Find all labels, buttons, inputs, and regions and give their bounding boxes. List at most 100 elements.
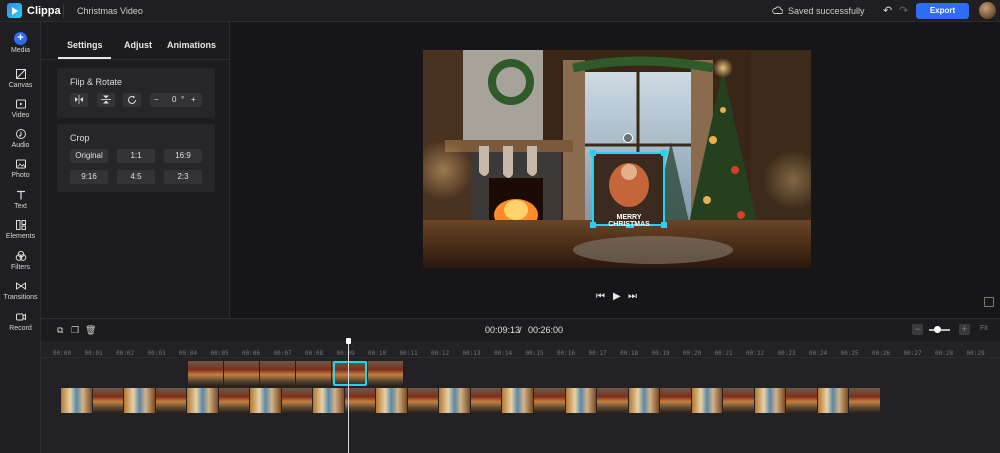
ruler-tick: 00:07 xyxy=(273,350,292,357)
overlay-caption: MERRY CHRISTMAS xyxy=(608,214,650,228)
project-title[interactable]: Christmas Video xyxy=(77,6,143,16)
tab-animations[interactable]: Animations xyxy=(167,40,216,50)
tab-adjust[interactable]: Adjust xyxy=(124,40,152,50)
ruler-tick: 00:01 xyxy=(84,350,103,357)
play-icon[interactable]: ▶ xyxy=(613,291,621,302)
ruler-tick: 00:04 xyxy=(179,350,198,357)
ruler-tick: 00:02 xyxy=(116,350,135,357)
decrement-icon[interactable]: − xyxy=(154,93,159,107)
rail-item-audio[interactable]: Audio xyxy=(0,128,41,156)
duplicate-icon[interactable]: ❐ xyxy=(71,325,81,335)
rail-item-transitions[interactable]: Transitions xyxy=(0,280,41,308)
rail-item-video[interactable]: Video xyxy=(0,98,41,126)
redo-icon[interactable]: ↷ xyxy=(899,4,910,17)
ruler-tick: 00:18 xyxy=(620,350,639,357)
record-icon xyxy=(15,313,26,321)
ruler-tick: 00:06 xyxy=(242,350,261,357)
resize-handle[interactable] xyxy=(590,150,596,156)
export-button[interactable]: Export xyxy=(916,3,969,19)
clip-thumbnail xyxy=(817,388,849,413)
ruler-tick: 00:09 xyxy=(336,350,355,357)
clip-thumbnail xyxy=(218,388,250,413)
rail-item-label: Video xyxy=(11,112,30,119)
rail-item-label: Filters xyxy=(10,264,31,271)
rail-item-record[interactable]: Record xyxy=(0,311,41,339)
split-icon[interactable]: ⧉ xyxy=(57,325,67,335)
clip-thumbnail xyxy=(597,388,628,413)
clip-thumbnail xyxy=(502,388,533,413)
undo-icon[interactable]: ↶ xyxy=(883,4,894,17)
zoom-out-icon[interactable]: − xyxy=(912,324,923,335)
ruler-tick: 00:25 xyxy=(840,350,859,357)
clip-thumbnail xyxy=(224,361,259,386)
rotation-stepper[interactable]: − 0 ° + xyxy=(150,93,202,107)
save-status: Saved successfully xyxy=(788,6,865,16)
ruler-tick: 00:24 xyxy=(809,350,828,357)
fullscreen-icon[interactable] xyxy=(984,297,994,307)
skip-forward-icon[interactable]: ⏭ xyxy=(628,291,637,302)
main-video-track[interactable] xyxy=(61,388,880,413)
app-name: Clippa xyxy=(27,5,61,17)
flip-vertical-button[interactable] xyxy=(97,93,115,107)
clip-thumbnail xyxy=(260,361,295,386)
rail-item-photo[interactable]: Photo xyxy=(0,158,41,186)
flip-rotate-card: Flip & Rotate − 0 ° + xyxy=(57,68,215,118)
avatar[interactable] xyxy=(979,2,996,19)
rail-item-text[interactable]: Text xyxy=(0,189,41,217)
rail-item-label: Text xyxy=(14,203,27,210)
rail-item-canvas[interactable]: Canvas xyxy=(0,68,41,96)
audio-icon xyxy=(15,129,26,139)
ruler-tick: 00:14 xyxy=(494,350,513,357)
playhead-handle[interactable] xyxy=(346,338,351,344)
ruler-tick: 00:20 xyxy=(683,350,702,357)
rail-item-media[interactable]: + Media xyxy=(0,32,41,60)
clip-thumbnail xyxy=(723,388,754,413)
clip-thumbnail xyxy=(628,388,660,413)
skip-back-icon[interactable]: ⏮ xyxy=(596,291,605,302)
clip-thumbnail xyxy=(439,388,470,413)
flip-horizontal-icon xyxy=(75,95,83,104)
crop-2-3-button[interactable]: 2:3 xyxy=(164,170,202,184)
rail-item-filters[interactable]: Filters xyxy=(0,250,41,278)
ruler-tick: 00:05 xyxy=(210,350,229,357)
clip-thumbnail xyxy=(281,388,313,413)
fit-button[interactable]: Fit xyxy=(980,325,988,332)
selected-clip[interactable] xyxy=(333,361,367,386)
timeline-toolbar: ⧉ ❐ 🗑 00:09:13 / 00:26:00 − + Fit xyxy=(41,319,1000,341)
rail-item-label: Canvas xyxy=(8,82,33,89)
cloud-icon xyxy=(772,6,783,14)
ruler-tick: 00:00 xyxy=(53,350,72,357)
playhead[interactable] xyxy=(348,340,349,453)
zoom-slider-knob[interactable] xyxy=(934,326,941,333)
rotate-button[interactable] xyxy=(123,93,141,107)
ruler-tick: 00:28 xyxy=(935,350,954,357)
clippa-logo-icon[interactable] xyxy=(7,3,22,18)
clip-thumbnail xyxy=(188,361,223,386)
filters-icon xyxy=(15,250,26,261)
rotate-handle-icon[interactable] xyxy=(623,133,633,143)
ruler-tick: 00:27 xyxy=(903,350,922,357)
crop-1-1-button[interactable]: 1:1 xyxy=(117,149,155,163)
delete-icon[interactable]: 🗑 xyxy=(85,325,96,335)
crop-16-9-button[interactable]: 16:9 xyxy=(164,149,202,163)
time-separator: / xyxy=(519,325,522,335)
video-icon xyxy=(15,99,26,109)
rail-item-label: Audio xyxy=(11,142,30,149)
zoom-in-icon[interactable]: + xyxy=(959,324,970,335)
resize-handle[interactable] xyxy=(661,150,667,156)
crop-9-16-button[interactable]: 9:16 xyxy=(70,170,108,184)
crop-4-5-button[interactable]: 4:5 xyxy=(117,170,155,184)
flip-horizontal-button[interactable] xyxy=(70,93,88,107)
overlay-track[interactable] xyxy=(188,361,403,386)
rail-item-label: Transitions xyxy=(3,294,38,301)
timeline: ⧉ ❐ 🗑 00:09:13 / 00:26:00 − + Fit 00:00 0… xyxy=(41,318,1000,453)
crop-original-button[interactable]: Original xyxy=(70,149,108,163)
clip-thumbnail xyxy=(368,361,403,386)
rail-item-elements[interactable]: Elements xyxy=(0,219,41,247)
tab-settings[interactable]: Settings xyxy=(67,40,103,50)
plus-icon: + xyxy=(14,32,27,45)
ruler-tick: 00:26 xyxy=(872,350,891,357)
crop-title: Crop xyxy=(70,133,90,143)
increment-icon[interactable]: + xyxy=(191,93,196,107)
rotation-value[interactable]: 0 xyxy=(172,93,176,107)
